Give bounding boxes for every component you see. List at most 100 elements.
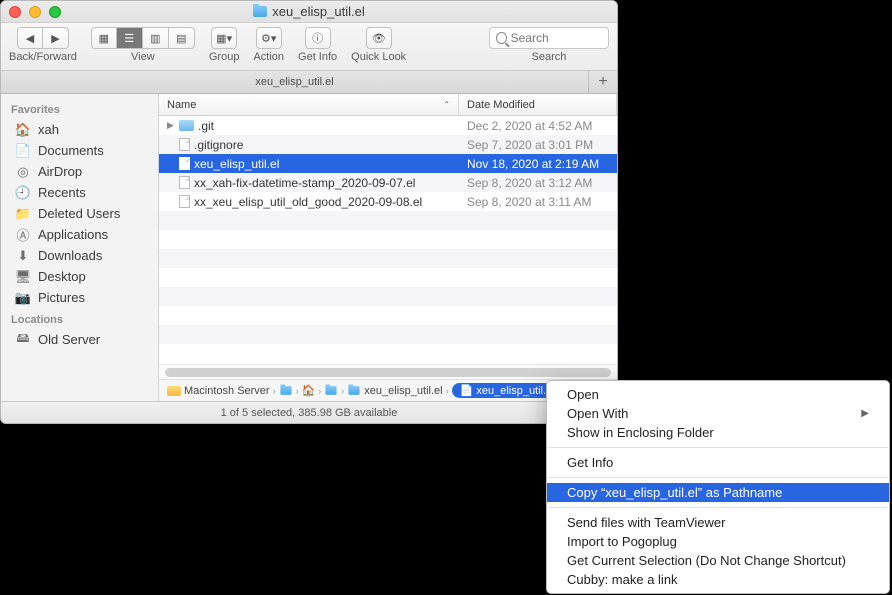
sidebar-item-applications[interactable]: Ⓐ Applications bbox=[1, 224, 158, 245]
menu-item-copy-xeu-elisp-util-el-as-path[interactable]: Copy “xeu_elisp_util.el” as Pathname bbox=[547, 483, 889, 502]
menu-item-import-to-pogoplug[interactable]: Import to Pogoplug bbox=[547, 532, 889, 551]
empty-row bbox=[159, 344, 617, 363]
view-list-button[interactable]: ☰ bbox=[117, 27, 143, 49]
document-icon bbox=[179, 195, 190, 208]
file-name: xx_xeu_elisp_util_old_good_2020-09-08.el bbox=[194, 195, 422, 209]
path-segment[interactable]: xeu_elisp_util.el bbox=[364, 385, 442, 397]
file-row[interactable]: ▶.gitDec 2, 2020 at 4:52 AM bbox=[159, 116, 617, 135]
folder-icon bbox=[179, 120, 194, 131]
file-row[interactable]: xx_xah-fix-datetime-stamp_2020-09-07.elS… bbox=[159, 173, 617, 192]
home-icon: 🏠 bbox=[15, 123, 31, 137]
sidebar-item-label: Recents bbox=[38, 185, 86, 200]
window-title-text: xeu_elisp_util.el bbox=[272, 4, 365, 19]
menu-separator bbox=[548, 507, 888, 508]
view-label: View bbox=[131, 51, 155, 63]
disclosure-triangle[interactable]: ▶ bbox=[167, 120, 175, 131]
menu-separator bbox=[548, 447, 888, 448]
sidebar-item-downloads[interactable]: ⬇Downloads bbox=[1, 245, 158, 266]
chevron-right-icon: › bbox=[296, 386, 299, 396]
sidebar-item-airdrop[interactable]: ◎AirDrop bbox=[1, 161, 158, 182]
downloads-icon: ⬇ bbox=[15, 249, 31, 263]
home-icon: 🏠 bbox=[302, 384, 316, 397]
sidebar-item-label: Applications bbox=[38, 227, 108, 242]
minimize-window-button[interactable] bbox=[29, 6, 41, 18]
menu-item-send-files-with-teamviewer[interactable]: Send files with TeamViewer bbox=[547, 513, 889, 532]
action-button[interactable]: ⚙▾ bbox=[256, 27, 282, 49]
chevron-right-icon: › bbox=[318, 386, 321, 396]
menu-item-open-with[interactable]: Open With▶ bbox=[547, 404, 889, 423]
empty-row bbox=[159, 287, 617, 306]
group-button[interactable]: ▦▾ bbox=[211, 27, 237, 49]
action-label: Action bbox=[253, 51, 284, 63]
sidebar-item-documents[interactable]: 📄Documents bbox=[1, 140, 158, 161]
file-name: xeu_elisp_util.el bbox=[194, 157, 279, 171]
view-columns-button[interactable]: ▥ bbox=[143, 27, 169, 49]
forward-button[interactable]: ▶ bbox=[43, 27, 69, 49]
file-row[interactable]: xx_xeu_elisp_util_old_good_2020-09-08.el… bbox=[159, 192, 617, 211]
eye-icon: 👁 bbox=[372, 32, 386, 45]
column-date[interactable]: Date Modified bbox=[459, 94, 617, 115]
menu-item-label: Cubby: make a link bbox=[567, 572, 678, 587]
sidebar-item-label: Deleted Users bbox=[38, 206, 120, 221]
sidebar-item-label: Pictures bbox=[38, 290, 85, 305]
new-tab-button[interactable]: + bbox=[589, 71, 617, 93]
menu-item-label: Show in Enclosing Folder bbox=[567, 425, 714, 440]
path-segment[interactable]: Macintosh Server bbox=[184, 385, 270, 397]
view-icons-button[interactable]: ▦ bbox=[91, 27, 117, 49]
file-list[interactable]: ▶.gitDec 2, 2020 at 4:52 AM.gitignoreSep… bbox=[159, 116, 617, 364]
search-input[interactable] bbox=[511, 31, 602, 45]
favorites-heading: Favorites bbox=[1, 98, 158, 119]
get-info-button[interactable]: ⓘ bbox=[305, 27, 331, 49]
get-info-label: Get Info bbox=[298, 51, 337, 63]
horizontal-scrollbar[interactable] bbox=[159, 364, 617, 379]
close-window-button[interactable] bbox=[9, 6, 21, 18]
column-headers: Name ⌃ Date Modified bbox=[159, 94, 617, 116]
menu-item-cubby-make-a-link[interactable]: Cubby: make a link bbox=[547, 570, 889, 589]
sidebar-item-label: xah bbox=[38, 122, 59, 137]
menu-item-open[interactable]: Open bbox=[547, 385, 889, 404]
menu-item-label: Get Current Selection (Do Not Change Sho… bbox=[567, 553, 846, 568]
chevron-right-icon: › bbox=[341, 386, 344, 396]
file-date: Sep 8, 2020 at 3:12 AM bbox=[459, 176, 617, 190]
menu-item-get-info[interactable]: Get Info bbox=[547, 453, 889, 472]
menu-item-label: Send files with TeamViewer bbox=[567, 515, 726, 530]
context-menu: OpenOpen With▶ Show in Enclosing Folder Ge… bbox=[546, 380, 890, 594]
empty-row bbox=[159, 230, 617, 249]
chevron-right-icon: › bbox=[446, 386, 449, 396]
menu-item-show-in-enclosing-folder[interactable]: Show in Enclosing Folder bbox=[547, 423, 889, 442]
scrollbar-thumb[interactable] bbox=[165, 368, 611, 377]
tab-current[interactable]: xeu_elisp_util.el bbox=[1, 71, 589, 93]
file-row[interactable]: .gitignoreSep 7, 2020 at 3:01 PM bbox=[159, 135, 617, 154]
quick-look-button[interactable]: 👁 bbox=[366, 27, 392, 49]
chevron-right-icon: ▶ bbox=[861, 408, 869, 419]
main-pane: Name ⌃ Date Modified ▶.gitDec 2, 2020 at… bbox=[159, 94, 617, 401]
file-name: .git bbox=[198, 119, 214, 133]
pictures-icon: 📷 bbox=[15, 291, 31, 305]
sidebar-item-deleted-users[interactable]: 📁Deleted Users bbox=[1, 203, 158, 224]
search-field[interactable] bbox=[489, 27, 609, 49]
tab-label: xeu_elisp_util.el bbox=[255, 76, 333, 88]
menu-item-get-current-selection-do-not-c[interactable]: Get Current Selection (Do Not Change Sho… bbox=[547, 551, 889, 570]
back-button[interactable]: ◀ bbox=[17, 27, 43, 49]
folder-icon bbox=[253, 6, 267, 17]
tab-bar: xeu_elisp_util.el + bbox=[1, 71, 617, 94]
column-name[interactable]: Name ⌃ bbox=[159, 94, 459, 115]
sidebar-item-desktop[interactable]: 🖥Desktop bbox=[1, 266, 158, 287]
airdrop-icon: ◎ bbox=[15, 165, 31, 179]
view-gallery-button[interactable]: ▤ bbox=[169, 27, 195, 49]
sidebar-item-label: Documents bbox=[38, 143, 104, 158]
sidebar-item-pictures[interactable]: 📷 Pictures bbox=[1, 287, 158, 308]
path-current-label: xeu_elisp_util.el bbox=[476, 385, 554, 397]
search-icon bbox=[496, 32, 507, 44]
sidebar-item-recents[interactable]: 🕘Recents bbox=[1, 182, 158, 203]
file-row[interactable]: xeu_elisp_util.elNov 18, 2020 at 2:19 AM bbox=[159, 154, 617, 173]
sidebar-item-old-server[interactable]: 🖴Old Server bbox=[1, 329, 158, 350]
zoom-window-button[interactable] bbox=[49, 6, 61, 18]
apps-icon: Ⓐ bbox=[15, 228, 31, 242]
sidebar-item-label: Old Server bbox=[38, 332, 100, 347]
quick-look-label: Quick Look bbox=[351, 51, 406, 63]
sidebar-item-xah[interactable]: 🏠 xah bbox=[1, 119, 158, 140]
status-bar: 1 of 5 selected, 385.98 GB available bbox=[1, 401, 617, 423]
group-label: Group bbox=[209, 51, 240, 63]
menu-item-label: Copy “xeu_elisp_util.el” as Pathname bbox=[567, 485, 782, 500]
